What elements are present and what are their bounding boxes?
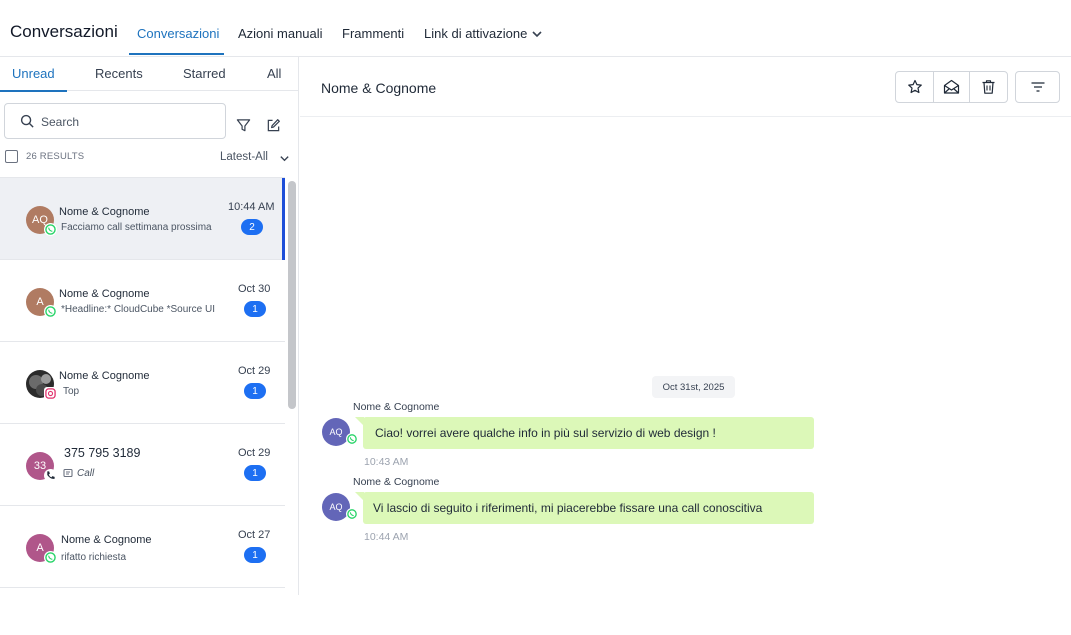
- conversation-item[interactable]: 33 375 795 3189 Call Oct 29 1: [0, 424, 285, 506]
- conversation-name: 375 795 3189: [64, 446, 141, 460]
- envelope-open-icon: [943, 79, 960, 94]
- active-tab-indicator: [129, 53, 224, 55]
- conversation-preview: Call: [77, 468, 95, 479]
- conversation-name: Nome & Cognome: [59, 370, 150, 382]
- results-count: 26 RESULTS: [26, 151, 85, 162]
- conversation-name: Nome & Cognome: [61, 534, 152, 546]
- mark-read-button[interactable]: [933, 72, 970, 102]
- conversation-preview: rifatto richiesta: [61, 552, 127, 563]
- tab-azioni-manuali[interactable]: Azioni manuali: [238, 26, 323, 41]
- chevron-down-icon[interactable]: [279, 153, 290, 164]
- active-tab-indicator: [0, 90, 67, 92]
- date-separator: Oct 31st, 2025: [652, 376, 735, 398]
- unread-badge: 1: [244, 465, 266, 481]
- whatsapp-icon: [44, 551, 57, 564]
- tab-link-di-attivazione[interactable]: Link di attivazione: [424, 26, 527, 41]
- header-divider: [300, 116, 1071, 117]
- conversation-time: Oct 29: [238, 447, 271, 459]
- conversation-preview: Facciamo call settimana prossima: [61, 222, 212, 233]
- message-sender: Nome & Cognome: [353, 401, 440, 413]
- tab-recents[interactable]: Recents: [95, 66, 143, 81]
- whatsapp-icon: [44, 305, 57, 318]
- conversation-name: Nome & Cognome: [59, 206, 150, 218]
- selected-indicator: [282, 178, 285, 260]
- message-bubble: Vi lascio di seguito i riferimenti, mi p…: [363, 492, 814, 524]
- conversation-time: Oct 30: [238, 283, 271, 295]
- conversation-actions: [895, 71, 1008, 103]
- unread-badge: 1: [244, 301, 266, 317]
- conversation-list-panel: Unread Recents Starred All Search 26 RES…: [0, 57, 299, 595]
- filter-icon[interactable]: [236, 118, 251, 133]
- search-placeholder: Search: [41, 115, 80, 129]
- trash-icon: [982, 80, 995, 94]
- conversation-item[interactable]: AQ Nome & Cognome Facciamo call settiman…: [0, 178, 285, 260]
- tab-all[interactable]: All: [267, 66, 281, 81]
- unread-badge: 1: [244, 383, 266, 399]
- call-log-icon: [63, 468, 73, 478]
- message-sender: Nome & Cognome: [353, 476, 440, 488]
- conversation-item[interactable]: A Nome & Cognome rifatto richiesta Oct 2…: [0, 506, 285, 588]
- conversation-panel: Nome & Cognome Oct 31st, 2025 Nome & Cog…: [300, 57, 1071, 595]
- app-title: Conversazioni: [10, 22, 118, 41]
- phone-icon: [44, 469, 57, 482]
- tab-conversazioni[interactable]: Conversazioni: [137, 26, 219, 41]
- tab-starred[interactable]: Starred: [183, 66, 226, 81]
- whatsapp-icon: [346, 508, 358, 520]
- search-input[interactable]: Search: [4, 103, 226, 139]
- message-bubble: Ciao! vorrei avere qualche info in più s…: [363, 417, 814, 449]
- unread-badge: 1: [244, 547, 266, 563]
- instagram-icon: [44, 387, 57, 400]
- unread-badge: 2: [241, 219, 263, 235]
- conversation-item[interactable]: A Nome & Cognome *Headline:* CloudCube *…: [0, 260, 285, 342]
- filter-button[interactable]: [1015, 71, 1060, 103]
- star-icon: [907, 79, 922, 94]
- star-button[interactable]: [896, 72, 933, 102]
- conversation-name: Nome & Cognome: [59, 288, 150, 300]
- top-navigation: Conversazioni Conversazioni Azioni manua…: [0, 0, 1071, 57]
- whatsapp-icon: [44, 223, 57, 236]
- conversation-list: AQ Nome & Cognome Facciamo call settiman…: [0, 177, 285, 595]
- search-icon: [20, 114, 34, 128]
- tab-frammenti[interactable]: Frammenti: [342, 26, 404, 41]
- conversation-time: Oct 27: [238, 529, 271, 541]
- filter-lines-icon: [1031, 82, 1044, 92]
- conversation-preview: Top: [63, 386, 80, 397]
- tab-unread[interactable]: Unread: [12, 66, 55, 81]
- message-time: 10:44 AM: [364, 531, 409, 543]
- chevron-down-icon[interactable]: [531, 28, 543, 40]
- whatsapp-icon: [346, 433, 358, 445]
- compose-icon[interactable]: [266, 118, 281, 133]
- conversation-time: Oct 29: [238, 365, 271, 377]
- select-all-checkbox[interactable]: [5, 150, 18, 163]
- delete-button[interactable]: [970, 72, 1007, 102]
- conversation-preview: *Headline:* CloudCube *Source UI: [61, 304, 215, 315]
- scrollbar-thumb[interactable]: [288, 181, 296, 409]
- sort-dropdown[interactable]: Latest-All: [220, 151, 268, 163]
- conversation-time: 10:44 AM: [228, 201, 275, 213]
- conversation-item[interactable]: Nome & Cognome Top Oct 29 1: [0, 342, 285, 424]
- conversation-title: Nome & Cognome: [321, 80, 437, 96]
- message-time: 10:43 AM: [364, 456, 409, 468]
